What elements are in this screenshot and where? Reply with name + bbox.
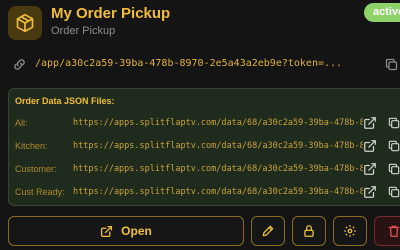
status-badge: active <box>364 3 400 22</box>
json-row-url[interactable]: https://apps.splitflaptv.com/data/68/a30… <box>73 141 363 151</box>
json-row-all: All: https://apps.splitflaptv.com/data/6… <box>0 115 400 135</box>
copy-url-icon[interactable] <box>384 57 399 72</box>
app-url[interactable]: /app/a30c2a59-39ba-478b-8970-2e5a43a2eb9… <box>35 58 342 69</box>
external-link-icon[interactable] <box>363 116 377 130</box>
lock-button[interactable] <box>292 216 326 246</box>
box-icon <box>8 6 42 40</box>
lock-icon <box>302 224 316 238</box>
json-files-heading: Order Data JSON Files: <box>15 96 115 106</box>
copy-icon[interactable] <box>387 162 400 176</box>
open-button-label: Open <box>121 224 152 238</box>
json-row-url[interactable]: https://apps.splitflaptv.com/data/68/a30… <box>73 118 363 128</box>
json-row-customer: Customer: https://apps.splitflaptv.com/d… <box>0 161 400 181</box>
pencil-icon <box>261 224 275 238</box>
edit-button[interactable] <box>251 216 285 246</box>
json-row-url[interactable]: https://apps.splitflaptv.com/data/68/a30… <box>73 187 363 197</box>
copy-icon[interactable] <box>387 185 400 199</box>
app-card: My Order Pickup Order Pickup active /app… <box>0 0 400 250</box>
external-link-icon[interactable] <box>363 185 377 199</box>
json-row-label: Kitchen: <box>15 141 48 151</box>
external-link-icon[interactable] <box>363 162 377 176</box>
trash-icon <box>387 224 400 238</box>
external-link-icon <box>100 225 113 238</box>
copy-icon[interactable] <box>387 139 400 153</box>
json-row-url[interactable]: https://apps.splitflaptv.com/data/68/a30… <box>73 164 363 174</box>
settings-button[interactable] <box>333 216 367 246</box>
delete-button[interactable] <box>374 216 400 246</box>
json-row-label: Cust Ready: <box>15 187 65 197</box>
open-button[interactable]: Open <box>8 216 244 246</box>
app-title: My Order Pickup <box>51 5 171 22</box>
external-link-icon[interactable] <box>363 139 377 153</box>
app-subtitle: Order Pickup <box>51 25 116 37</box>
link-icon <box>12 57 27 72</box>
copy-icon[interactable] <box>387 116 400 130</box>
json-row-kitchen: Kitchen: https://apps.splitflaptv.com/da… <box>0 138 400 158</box>
gear-icon <box>343 224 357 238</box>
json-row-label: All: <box>15 118 28 128</box>
json-row-cust-ready: Cust Ready: https://apps.splitflaptv.com… <box>0 184 400 204</box>
json-row-label: Customer: <box>15 164 57 174</box>
